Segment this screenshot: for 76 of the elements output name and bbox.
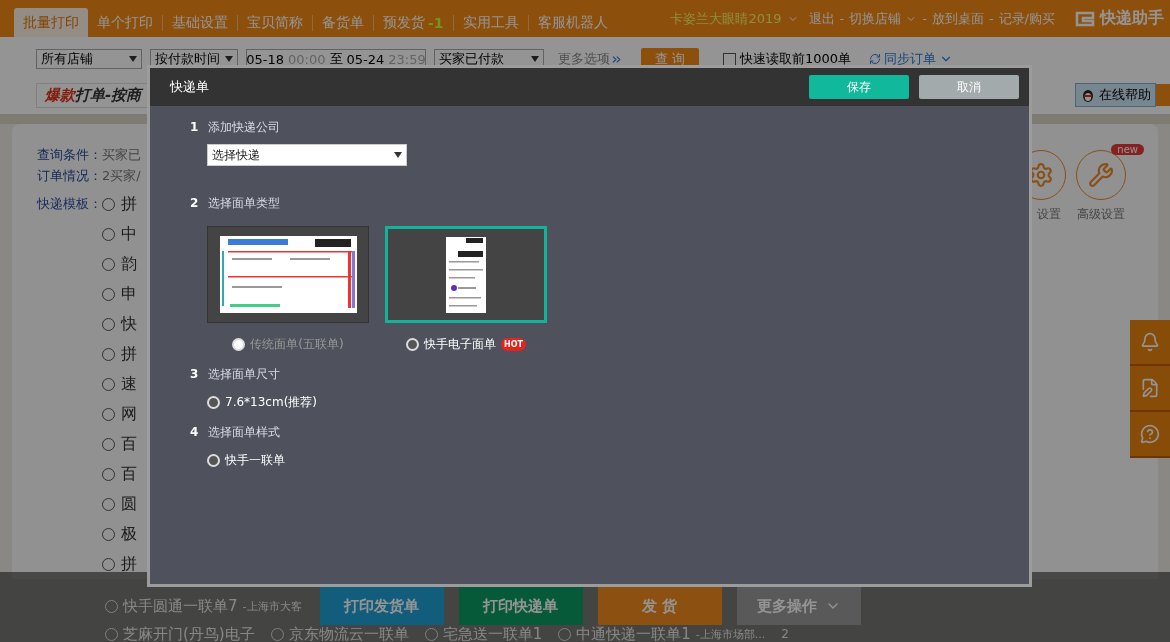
section-label: 选择面单样式: [208, 423, 281, 441]
radio-option[interactable]: 快手一联单: [207, 451, 1029, 469]
nav-link[interactable]: 放到桌面: [931, 9, 984, 28]
check-button[interactable]: [1156, 84, 1170, 106]
template-option[interactable]: 芝麻开门(丹鸟)电子: [105, 624, 255, 642]
tool-label[interactable]: 高级设置: [1077, 206, 1125, 223]
radio-option[interactable]: 7.6*13cm(推荐): [207, 393, 1029, 411]
nav-tab[interactable]: 基础设置: [163, 8, 237, 37]
caret-icon: [394, 152, 402, 158]
template-option[interactable]: 百: [102, 429, 137, 459]
action-button[interactable]: 更多操作: [736, 587, 861, 625]
template-option[interactable]: 拼: [102, 549, 137, 579]
sync-orders-button[interactable]: 同步订单: [869, 50, 954, 68]
tool-label[interactable]: 设置: [1037, 206, 1066, 223]
radio-option[interactable]: 快手电子面单 HOT: [406, 335, 526, 353]
template-option[interactable]: 韵: [102, 249, 137, 279]
template-option[interactable]: 网: [102, 399, 137, 429]
field-label: 查询条件：: [37, 145, 102, 164]
step-number: 1: [190, 120, 199, 134]
template-option[interactable]: 拼: [102, 189, 137, 219]
template-card[interactable]: [385, 226, 547, 323]
template-option[interactable]: 中: [102, 219, 137, 249]
section-label: 选择面单尺寸: [208, 365, 281, 383]
template-option[interactable]: 百: [102, 459, 137, 489]
template-option[interactable]: 极: [102, 519, 137, 549]
field-value: 买家已: [102, 145, 141, 164]
nav-link[interactable]: 切换店铺: [849, 9, 918, 28]
checkbox-label: 快速读取前1000单: [740, 50, 852, 68]
new-badge: new: [1111, 144, 1144, 155]
dialog-title: 快递单: [170, 78, 209, 96]
hot-badge: HOT: [501, 337, 526, 351]
step-number: 2: [190, 196, 199, 210]
caret-icon: [129, 56, 137, 62]
nav-link[interactable]: 退出: [808, 9, 835, 28]
nav-tab[interactable]: 预发货 -1: [374, 8, 453, 37]
more-options-link[interactable]: 更多选项: [558, 50, 623, 68]
caret-icon: [225, 56, 233, 62]
count-text: 2: [781, 627, 789, 641]
template-option[interactable]: 速: [102, 369, 137, 399]
penguin-icon: [1080, 87, 1096, 103]
step-number: 3: [190, 367, 199, 381]
nav-tab[interactable]: 单个打印: [88, 8, 162, 37]
action-button[interactable]: 打印快递单: [458, 587, 583, 625]
nav-tab[interactable]: 实用工具: [453, 8, 528, 37]
shop-select[interactable]: 所有店铺: [36, 49, 142, 69]
section-label: 选择面单类型: [208, 194, 281, 212]
separator-text: -: [922, 11, 927, 26]
template-option[interactable]: 快: [102, 309, 137, 339]
checkbox[interactable]: [723, 52, 736, 66]
caret-icon: [531, 56, 539, 62]
nav-tab[interactable]: 客服机器人: [528, 8, 617, 37]
nav-tab[interactable]: 宝贝简称: [238, 8, 312, 37]
nav-tab[interactable]: 备货单: [313, 8, 373, 37]
field-value: 2买家/: [102, 167, 141, 186]
field-label: 订单情况：: [37, 167, 102, 186]
radio-option[interactable]: 传统面单(五联单): [232, 335, 344, 353]
brand-name: 快递助手: [1100, 8, 1164, 29]
template-option[interactable]: 拼: [102, 339, 137, 369]
template-option[interactable]: 申: [102, 279, 137, 309]
online-help-button[interactable]: 在线帮助: [1075, 83, 1156, 107]
action-button[interactable]: 发 货: [597, 587, 722, 625]
nav-link[interactable]: 记录/购买: [998, 9, 1055, 28]
save-button[interactable]: 保存: [809, 75, 909, 99]
cancel-button[interactable]: 取消: [919, 75, 1019, 99]
nav-tab[interactable]: 批量打印: [14, 8, 88, 37]
step-number: 4: [190, 425, 199, 439]
template-card[interactable]: [207, 226, 369, 323]
separator-text: -: [839, 11, 845, 26]
field-label: 快递模板：: [37, 195, 102, 213]
refresh-icon: [869, 53, 882, 65]
logo-icon: [1074, 9, 1096, 28]
template-option[interactable]: 圆: [102, 489, 137, 519]
action-button[interactable]: 打印发货单: [319, 587, 444, 625]
courier-select[interactable]: 选择快递: [207, 144, 407, 166]
separator-text: -: [988, 11, 994, 26]
section-label: 添加快递公司: [208, 118, 281, 136]
